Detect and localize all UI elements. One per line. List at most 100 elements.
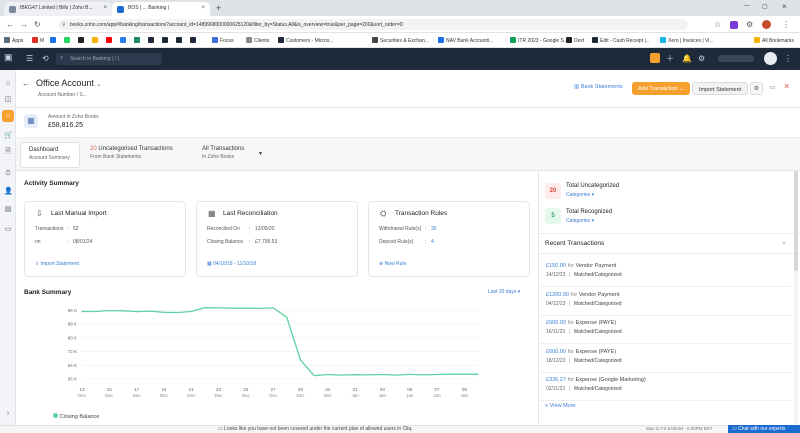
bookmark-gmail[interactable]: M <box>32 37 44 44</box>
comments-icon[interactable]: ▭ <box>766 82 779 95</box>
import-statement-link[interactable]: ⇩ Import Statement <box>35 261 79 267</box>
data-point[interactable] <box>299 359 302 361</box>
bookmark-icon[interactable] <box>176 37 184 44</box>
list-item[interactable]: £336.27 for Expense (Google Marketing) 02/… <box>539 373 791 401</box>
data-point[interactable] <box>108 310 110 312</box>
bookmark-all[interactable]: All Bookmarks <box>754 37 794 44</box>
tx-amount[interactable]: £600.00 <box>546 320 566 326</box>
data-point[interactable] <box>163 311 165 313</box>
search-input[interactable]: ⌕ Search in Banking ( / ) <box>56 53 162 65</box>
documents-icon[interactable]: ▭ <box>4 226 12 234</box>
tab-all-transactions[interactable]: All Transactions In Zoho Books ▼ <box>194 142 270 168</box>
data-point[interactable] <box>258 307 261 309</box>
bookmark-icon[interactable] <box>148 37 156 44</box>
list-item[interactable]: £600.00 for Expense (PAYE) 18/12/23 | Matche… <box>539 345 791 373</box>
data-point[interactable] <box>95 310 97 313</box>
sales-icon[interactable]: 🛒 <box>4 132 13 140</box>
history-icon[interactable]: ⟲ <box>42 54 49 63</box>
home-icon[interactable]: ⌂ <box>4 80 12 88</box>
data-point[interactable] <box>81 310 83 313</box>
data-point[interactable] <box>136 311 138 313</box>
data-point[interactable] <box>272 307 274 309</box>
bookmark-icon[interactable] <box>78 37 86 44</box>
tab-dashboard[interactable]: Dashboard Account Summary <box>20 142 80 168</box>
profile-avatar[interactable] <box>762 20 771 29</box>
banking-icon[interactable]: ⌂ <box>2 110 14 122</box>
data-point[interactable] <box>231 307 233 309</box>
extensions-icon[interactable]: ⚙ <box>746 20 753 29</box>
chat-with-experts-button[interactable]: ▭ Chat with our experts <box>728 425 800 433</box>
scrollbar[interactable] <box>794 171 798 425</box>
view-more-link[interactable]: + View More <box>545 403 576 409</box>
uncategorized-categories-link[interactable]: Categories ▾ <box>566 192 594 198</box>
bookmark-star-icon[interactable]: ☆ <box>714 20 721 29</box>
bookmark-icon[interactable] <box>134 37 142 44</box>
bookmark-xero[interactable]: Xero | Invoices | Vi... <box>660 37 714 44</box>
bookmark-focus[interactable]: Focus <box>212 37 234 44</box>
data-point[interactable] <box>422 374 424 376</box>
purchases-icon[interactable]: 🗎 <box>4 148 12 156</box>
list-item[interactable]: £150.00 for Vendor Payment 14/12/23 | Matche… <box>539 259 791 287</box>
browser-tab[interactable]: IBKG47 Limited | Bills | Zoho B... × <box>4 2 112 16</box>
data-point[interactable] <box>217 307 220 309</box>
close-tab-icon[interactable]: × <box>103 5 107 11</box>
data-point[interactable] <box>149 310 151 312</box>
bookmark-icon[interactable] <box>64 37 72 44</box>
data-point[interactable] <box>286 316 288 318</box>
bookmark-clients[interactable]: Clients <box>246 37 269 44</box>
accountant-icon[interactable]: 👤 <box>4 188 13 196</box>
data-point[interactable] <box>313 375 315 377</box>
close-window-icon[interactable]: × <box>782 2 787 11</box>
close-tab-icon[interactable]: × <box>201 5 205 11</box>
browser-tab-active[interactable]: BOS | ... Banking | × <box>112 2 210 16</box>
data-point[interactable] <box>176 311 179 314</box>
data-point[interactable] <box>450 373 452 375</box>
data-point[interactable] <box>381 373 384 376</box>
bookmark-icon[interactable] <box>190 37 198 44</box>
settings-gear-icon[interactable]: ⚙ <box>750 82 763 95</box>
collapse-chevron-icon[interactable]: ⌄ <box>781 238 787 246</box>
bookmark-dext[interactable]: Dext <box>566 37 584 44</box>
data-point[interactable] <box>190 310 192 313</box>
items-icon[interactable]: ◫ <box>4 96 12 104</box>
import-statement-button[interactable]: Import Statement <box>692 82 749 95</box>
tx-amount[interactable]: £150.00 <box>546 263 566 269</box>
tx-amount[interactable]: £1200.00 <box>546 292 569 298</box>
date-range-dropdown[interactable]: Last 30 days ▾ <box>488 289 520 295</box>
data-point[interactable] <box>122 310 124 312</box>
collapse-sidebar-icon[interactable]: › <box>4 410 12 418</box>
data-point[interactable] <box>368 374 370 376</box>
close-icon[interactable]: × <box>784 81 789 91</box>
data-point[interactable] <box>245 307 247 309</box>
tx-amount[interactable]: £600.00 <box>546 349 566 355</box>
bookmark-cash-receipt[interactable]: Edit - Cash Receipt |... <box>592 37 650 44</box>
bookmark-apps[interactable]: Apps <box>4 37 23 44</box>
bookmark-icon[interactable] <box>120 37 128 44</box>
data-point[interactable] <box>477 373 479 375</box>
bookmark-icon[interactable] <box>162 37 170 44</box>
recognized-categories-link[interactable]: Categories ▾ <box>566 218 594 224</box>
data-point[interactable] <box>436 373 438 376</box>
url-field[interactable]: ⚲ books.zoho.com/app#/banking/transactio… <box>58 19 688 30</box>
data-point[interactable] <box>409 373 411 375</box>
bookmark-itr[interactable]: ITR 2023 - Google S... <box>510 37 568 44</box>
back-icon[interactable]: ← <box>6 20 14 29</box>
account-title[interactable]: Office Account ⌄ <box>36 78 101 88</box>
withdrawal-rules-value[interactable]: 35 <box>431 226 437 232</box>
site-info-icon[interactable]: ⚲ <box>62 22 66 28</box>
app-logo-icon[interactable]: ▣ <box>4 53 13 62</box>
add-icon[interactable]: ＋ <box>666 54 674 63</box>
bookmark-customers[interactable]: Customers - Micros... <box>278 37 334 44</box>
data-point[interactable] <box>463 373 465 375</box>
back-arrow-icon[interactable]: ← <box>22 79 30 88</box>
new-rule-link[interactable]: ⊕ New Rule <box>379 261 406 267</box>
deposit-rules-value[interactable]: 4 <box>431 239 434 245</box>
reports-icon[interactable]: ▤ <box>4 206 12 214</box>
bookmark-nav-bank[interactable]: NAV Bank Accounti... <box>438 37 493 44</box>
data-point[interactable] <box>395 374 397 376</box>
data-point[interactable] <box>340 374 343 376</box>
list-item[interactable]: £600.00 for Expense (PAYE) 16/11/23 | Matche… <box>539 316 791 344</box>
browser-menu-icon[interactable]: ⋮ <box>782 20 790 29</box>
reconciliation-period-link[interactable]: ▦ 04/10/18 - 11/10/18 <box>207 261 256 267</box>
user-avatar[interactable] <box>764 52 777 65</box>
